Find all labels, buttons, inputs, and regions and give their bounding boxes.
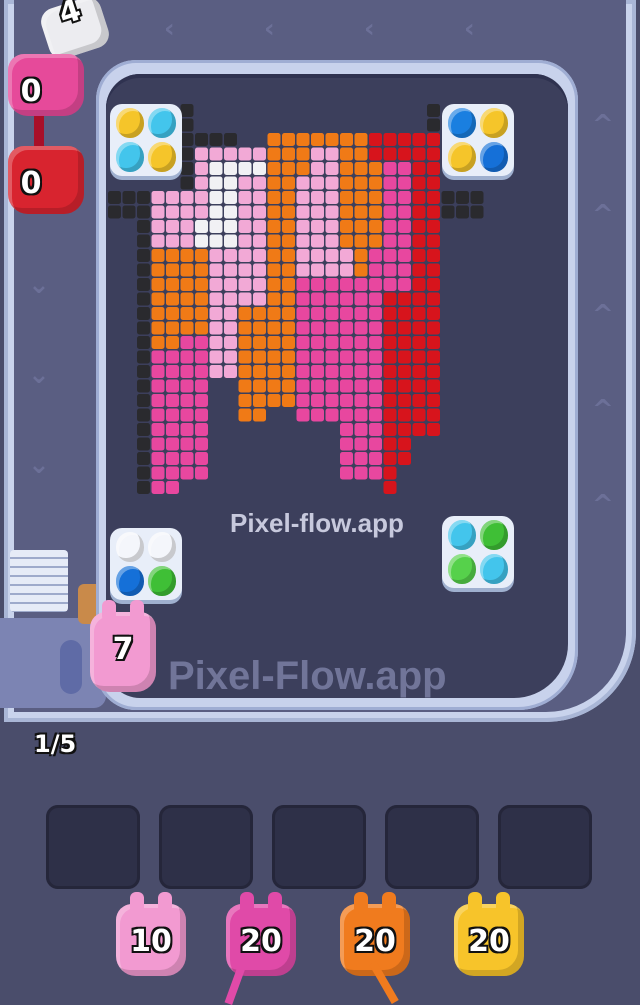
egg-cyan: [148, 108, 176, 138]
egg-yellow-cracked: [116, 108, 144, 138]
holding-slot[interactable]: [385, 805, 479, 889]
chevron-left-icon: ‹: [164, 14, 175, 44]
shooter-pig[interactable]: 20: [454, 892, 524, 976]
ramp: [10, 550, 68, 612]
egg-green: [448, 554, 476, 584]
egg-white-empty: [148, 532, 176, 562]
egg-blue-cracked: [480, 142, 508, 172]
egg-yellow-cracked: [148, 142, 176, 172]
track-shooter[interactable]: 0: [8, 146, 84, 214]
chevron-left-icon: ‹: [264, 14, 275, 44]
chevron-up-icon: ^: [592, 200, 614, 230]
chevron-up-icon: ^: [592, 490, 614, 520]
egg-cyan: [448, 520, 476, 550]
chevron-down-icon: ⌄: [28, 360, 50, 390]
egg-yellow-cracked: [448, 142, 476, 172]
track-shooter[interactable]: 0: [8, 54, 84, 116]
egg-yellow-cracked: [480, 108, 508, 138]
chevron-down-icon: ⌄: [28, 270, 50, 300]
egg-green-cracked: [148, 566, 176, 596]
chevron-up-icon: ^: [592, 110, 614, 140]
queue-counter: 1/5: [34, 730, 77, 758]
holding-slot[interactable]: [46, 805, 140, 889]
launcher-slot: [60, 640, 82, 694]
chevron-up-icon: ^: [592, 395, 614, 425]
holding-slot[interactable]: [159, 805, 253, 889]
chevron-down-icon: ⌄: [28, 450, 50, 480]
shooter-pig[interactable]: 20: [226, 892, 296, 976]
egg-white-empty: [116, 532, 144, 562]
egg-cyan: [116, 142, 144, 172]
holding-slot[interactable]: [272, 805, 366, 889]
egg-blue: [448, 108, 476, 138]
holding-slot[interactable]: [498, 805, 592, 889]
watermark-track: Pixel-Flow.app: [168, 654, 447, 698]
egg-cyan: [480, 554, 508, 584]
egg-green-cracked: [480, 520, 508, 550]
shooter-pig[interactable]: 10: [116, 892, 186, 976]
active-shooter[interactable]: 7: [90, 600, 156, 692]
chevron-left-icon: ‹: [364, 14, 375, 44]
egg-blue-cracked: [116, 566, 144, 596]
watermark: Pixel-flow.app: [230, 508, 404, 538]
chevron-up-icon: ^: [592, 300, 614, 330]
chevron-left-icon: ‹: [464, 14, 475, 44]
